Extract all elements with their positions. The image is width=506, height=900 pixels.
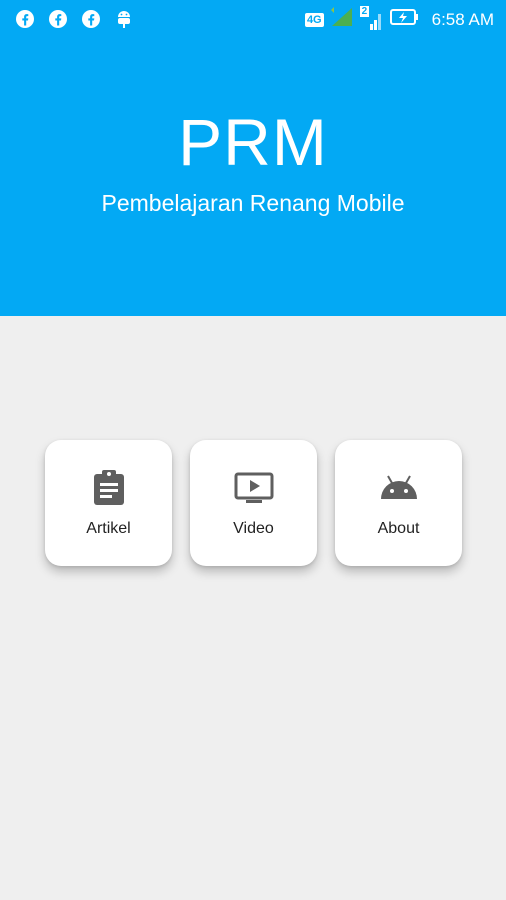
network-4g-icon: 4G (304, 12, 324, 27)
signal-strength-icon (330, 6, 354, 33)
menu-cards: Artikel Video About (45, 440, 462, 566)
artikel-label: Artikel (86, 520, 131, 537)
about-label: About (377, 520, 420, 537)
about-button[interactable]: About (335, 440, 462, 566)
video-button[interactable]: Video (190, 440, 317, 566)
tv-play-icon (234, 470, 274, 506)
clipboard-icon (89, 470, 129, 506)
android-icon (379, 470, 419, 506)
app-header: 4G 2 6:58 AM PRM Pembelajaran Renang Mob… (0, 0, 506, 316)
battery-charging-icon (389, 8, 420, 31)
sim2-signal-icon: 2 (359, 5, 384, 32)
facebook-icon (80, 8, 102, 30)
android-debug-icon (113, 8, 135, 30)
facebook-icon (47, 8, 69, 30)
facebook-icon (14, 8, 36, 30)
notification-icons (14, 8, 135, 30)
app-subtitle: Pembelajaran Renang Mobile (101, 190, 405, 216)
status-time: 6:58 AM (431, 9, 494, 29)
app-title: PRM (178, 105, 328, 179)
video-label: Video (233, 520, 274, 537)
artikel-button[interactable]: Artikel (45, 440, 172, 566)
status-bar: 4G 2 6:58 AM (0, 0, 506, 38)
system-icons: 4G 2 6:58 AM (304, 5, 494, 33)
